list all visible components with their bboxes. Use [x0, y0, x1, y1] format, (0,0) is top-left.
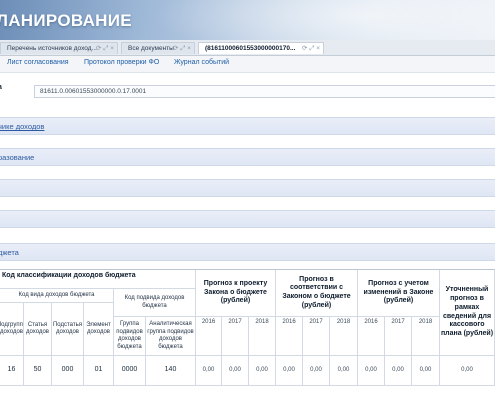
cell-law-2016[interactable]: 0,00: [196, 356, 222, 386]
kind-code-header: Код вида доходов бюджета: [0, 289, 114, 303]
protocol-link[interactable]: Протокол проверки ФО: [84, 59, 159, 66]
col-subarticle: Подстатья доходов: [52, 303, 84, 356]
cell-subgroup[interactable]: 16: [0, 356, 24, 386]
cell-match-2016[interactable]: 0,00: [276, 356, 303, 386]
section-bar-entity[interactable]: разование: [0, 148, 495, 166]
classification-group-header: Код классификации доходов бюджета: [0, 270, 196, 289]
forecast-changes-header: Прогноз с учетом изменений в Законе (руб…: [358, 270, 440, 317]
record-id-field[interactable]: 81611.0.00601553000000.0.17.0001: [34, 85, 495, 98]
col-article: Статья доходов: [24, 303, 52, 356]
tab-current-document[interactable]: (81611000601553000000170... ⟳ ⤢ ×: [198, 42, 324, 54]
year-header: 2018: [412, 317, 440, 356]
cell-element[interactable]: 01: [84, 356, 114, 386]
cell-article[interactable]: 50: [24, 356, 52, 386]
cell-law-2018[interactable]: 0,00: [249, 356, 276, 386]
cell-law-2017[interactable]: 0,00: [222, 356, 249, 386]
app-title: ЛАНИРОВАНИЕ: [0, 11, 132, 30]
tab-controls-icon[interactable]: ⟳ ⤢ ×: [173, 43, 191, 54]
cell-match-2017[interactable]: 0,00: [303, 356, 330, 386]
cell-match-2018[interactable]: 0,00: [330, 356, 358, 386]
year-header: 2017: [222, 317, 249, 356]
year-header: 2016: [196, 317, 222, 356]
cell-subkind-group[interactable]: 0000: [114, 356, 146, 386]
col-subgroup: Подгруппа доходов: [0, 303, 24, 356]
section-bar-income-source[interactable]: чике доходов: [0, 117, 495, 135]
approval-sheet-link[interactable]: Лист согласования: [7, 59, 69, 66]
forecast-refined-header: Уточненный прогноз в рамках сведений для…: [440, 270, 495, 356]
tab-controls-icon[interactable]: ⟳ ⤢ ×: [302, 43, 320, 54]
tab-controls-icon[interactable]: ⟳ ⤢ ×: [96, 43, 114, 54]
year-header: 2017: [385, 317, 412, 356]
year-header: 2017: [303, 317, 330, 356]
col-analytic-group: Аналитическая группа подвидов доходов бю…: [146, 317, 196, 356]
subkind-code-header: Код подвида доходов бюджета: [114, 289, 196, 317]
year-header: 2018: [249, 317, 276, 356]
app-header-banner: ЛАНИРОВАНИЕ: [0, 0, 495, 40]
forecast-match-header: Прогноз в соответствии с Законом о бюдже…: [276, 270, 358, 317]
events-log-link[interactable]: Журнал событий: [174, 59, 229, 66]
forecast-law-header: Прогноз к проекту Закона о бюджете (рубл…: [196, 270, 276, 317]
year-header: 2016: [276, 317, 303, 356]
cell-changes-2016[interactable]: 0,00: [358, 356, 385, 386]
document-subnav: Лист согласования Протокол проверки ФО Ж…: [0, 56, 495, 73]
year-header: 2018: [330, 317, 358, 356]
header-decoration: [150, 0, 495, 40]
record-id-label: а: [0, 84, 2, 91]
tab-income-sources[interactable]: Перечень источников доход... ⟳ ⤢ ×: [0, 42, 118, 54]
document-tab-strip: Перечень источников доход... ⟳ ⤢ × Все д…: [0, 40, 495, 56]
section-bar-budget[interactable]: джета: [0, 243, 495, 261]
section-bar-4[interactable]: [0, 210, 495, 228]
tab-label: (81611000601553000000170...: [205, 45, 296, 52]
tab-all-documents[interactable]: Все документы ⟳ ⤢ ×: [121, 42, 195, 54]
cell-analytic-group[interactable]: 140: [146, 356, 196, 386]
year-header: 2016: [358, 317, 385, 356]
cell-refined[interactable]: 0,00: [440, 356, 495, 386]
tab-label: Перечень источников доход...: [7, 45, 97, 52]
tab-label: Все документы: [128, 45, 174, 52]
forecast-table: Код классификации доходов бюджета Прогно…: [0, 269, 495, 401]
col-element: Элемент доходов: [84, 303, 114, 356]
col-subkind-group: Группа подвидов доходов бюджета: [114, 317, 146, 356]
cell-changes-2017[interactable]: 0,00: [385, 356, 412, 386]
section-bar-3[interactable]: [0, 179, 495, 197]
cell-subarticle[interactable]: 000: [52, 356, 84, 386]
cell-changes-2018[interactable]: 0,00: [412, 356, 440, 386]
